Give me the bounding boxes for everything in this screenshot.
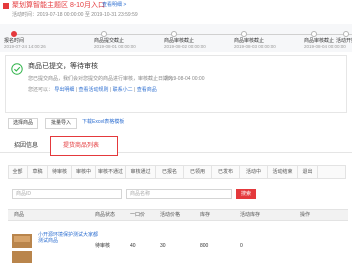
contact-link[interactable]: 联系小二 <box>113 87 133 93</box>
col-action: 操作 <box>300 212 311 218</box>
col-goods: 商品 <box>14 212 25 218</box>
filter-tab[interactable]: 待审核 <box>48 165 72 179</box>
progress-step-time: 2019-08-01 00:00:00 <box>94 44 136 49</box>
follow-actions: 您还可以： 导出明细 | 查看活动规则 | 联系小二 | 查看商品 <box>28 87 157 93</box>
progress-step-label: 活动开始 <box>336 38 352 44</box>
progress-step-dot <box>343 31 349 37</box>
select-goods-button[interactable]: 选择商品 <box>8 118 38 129</box>
cell-price: 40 <box>130 243 136 249</box>
filter-tab[interactable]: 已发布 <box>212 165 240 179</box>
activity-title: 聚划算智能主题区 8-10月入口 <box>12 2 105 9</box>
review-deadline: 2019-08-04 00:00 <box>165 76 205 82</box>
activity-time-range: 活动时间：2019-07-18 00:00:00 至 2019-10-31 23… <box>12 12 138 18</box>
col-price: 一口价 <box>130 212 146 218</box>
product-thumbnail-next[interactable] <box>12 251 32 263</box>
filter-tab[interactable]: 全部 <box>8 165 28 179</box>
cell-stock: 800 <box>200 243 209 249</box>
cell-activity-stock: 0 <box>240 243 243 249</box>
cell-status: 待审核 <box>95 243 111 249</box>
progress-step-time: 2019-08-04 00:00:00 <box>304 44 346 49</box>
follow-label: 您还可以： <box>28 87 54 93</box>
filter-tab[interactable]: 活动结束 <box>268 165 298 179</box>
status-description: 您已提交商品，我们会对您提交的商品进行审核，审核截止日期为： <box>28 76 179 82</box>
check-circle-icon <box>11 62 23 75</box>
search-button[interactable]: 搜索 <box>236 189 256 199</box>
progress-step-dot <box>171 31 177 37</box>
cell-activity-price: 30 <box>160 243 166 249</box>
col-activity-price: 活动价格 <box>160 212 181 218</box>
status-title: 商品已提交，等待审核 <box>28 63 98 70</box>
product-name-link[interactable]: 小开源环境保护测试大家都测试商品 <box>38 232 98 244</box>
goods-id-input[interactable]: 商品ID <box>12 189 122 199</box>
view-goods-link[interactable]: 查看商品 <box>137 87 157 93</box>
product-thumbnail-detail <box>14 236 30 242</box>
progress-step-dot <box>311 31 317 37</box>
col-status: 商品状态 <box>95 212 116 218</box>
view-rules-link[interactable]: 查看活动规则 <box>79 87 109 93</box>
export-detail-link[interactable]: 导出明细 <box>54 87 74 93</box>
batch-import-button[interactable]: 批量导入 <box>45 118 77 129</box>
filter-tab[interactable]: 已领用 <box>184 165 212 179</box>
col-stock: 库存 <box>200 212 211 218</box>
tab-goods-list-label: 提货商品列表 <box>63 143 100 149</box>
filter-tab[interactable]: 审核中 <box>72 165 96 179</box>
progress-step-time: 2019-07-24 14:00:26 <box>4 44 46 49</box>
view-detail-link[interactable]: 查看明细 > <box>102 2 126 9</box>
filter-tab[interactable]: 退出 <box>298 165 318 179</box>
title-marker-icon <box>3 3 9 9</box>
filter-tab[interactable]: 已报名 <box>156 165 184 179</box>
filter-tab[interactable]: 活动中 <box>240 165 268 179</box>
progress-step-dot <box>101 31 107 37</box>
progress-line <box>14 34 352 35</box>
progress-step-time: 2019-08-03 00:00:00 <box>234 44 276 49</box>
progress-step-time: 2019-08-02 00:00:00 <box>164 44 206 49</box>
progress-step-dot <box>11 31 17 37</box>
progress-step-dot <box>241 31 247 37</box>
goods-name-input[interactable]: 商品名称 <box>126 189 232 199</box>
filter-tab[interactable]: 审核不通过 <box>96 165 126 179</box>
col-activity-stock: 活动库存 <box>240 212 261 218</box>
filter-tab[interactable]: 审核通过 <box>126 165 156 179</box>
tab-info[interactable]: 招因信息 <box>14 142 38 150</box>
filter-tab[interactable]: 草稿 <box>28 165 48 179</box>
download-template-link[interactable]: 下载Excel表格模板 <box>82 119 124 126</box>
